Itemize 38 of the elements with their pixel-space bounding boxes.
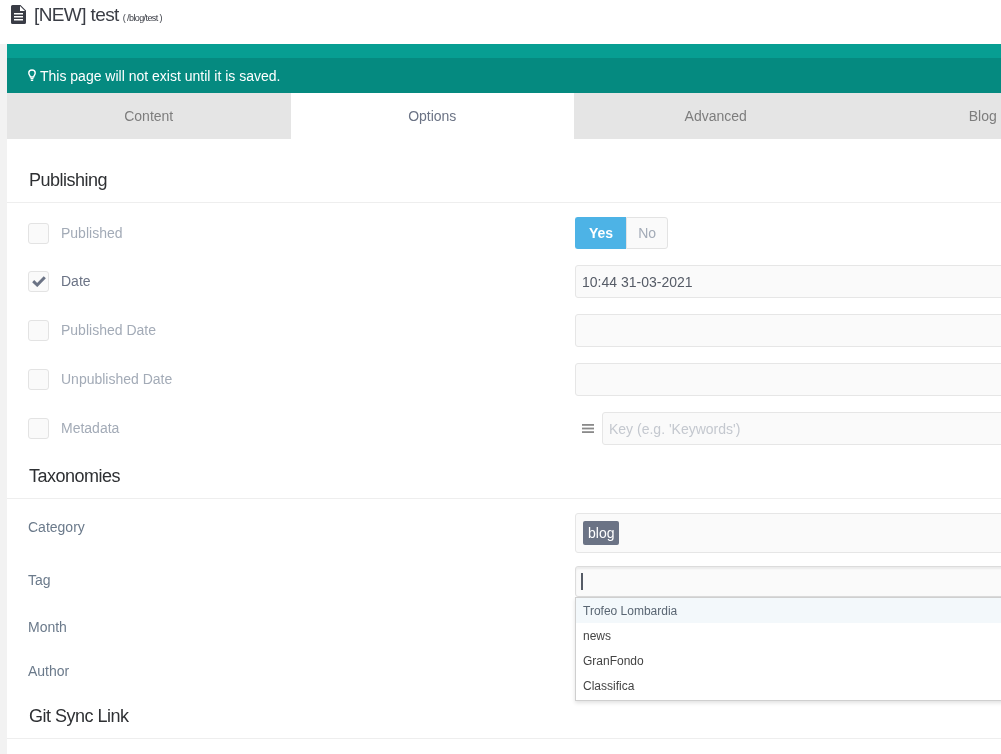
tag-field[interactable] xyxy=(575,566,1001,597)
notice-text: This page will not exist until it is saved. xyxy=(40,67,281,84)
suggestion-option[interactable]: Classifica xyxy=(576,673,1001,698)
field-label: Unpublished Date xyxy=(61,371,173,387)
tab[interactable]: Options xyxy=(290,93,574,139)
suggestion-option[interactable]: GranFondo xyxy=(576,648,1001,673)
checkbox[interactable] xyxy=(28,222,49,244)
checkbox[interactable] xyxy=(28,417,49,439)
field-label: Month xyxy=(28,619,67,635)
text-field[interactable] xyxy=(575,314,1001,347)
category-field[interactable]: blog xyxy=(575,513,1001,553)
category-tag[interactable]: blog xyxy=(583,521,620,545)
menu-icon[interactable] xyxy=(582,424,594,433)
checkbox[interactable] xyxy=(28,368,49,390)
check-icon xyxy=(31,275,46,287)
page-title: [NEW] test xyxy=(34,5,119,25)
checkbox[interactable] xyxy=(28,319,49,341)
lightbulb-icon xyxy=(28,69,36,82)
field-label: Published xyxy=(61,225,123,241)
suggestion-option[interactable]: news xyxy=(576,623,1001,648)
text-field[interactable]: 10:44 31-03-2021 xyxy=(575,265,1001,298)
field-label: Metadata xyxy=(61,420,120,436)
text-field[interactable] xyxy=(575,363,1001,396)
suggestion-option[interactable]: Trofeo Lombardia xyxy=(576,598,1001,623)
section-heading: Publishing xyxy=(29,170,108,191)
checkbox[interactable] xyxy=(28,270,49,292)
page-route: ( /blog/test ) xyxy=(122,13,162,23)
document-icon xyxy=(11,5,26,24)
section-heading: Git Sync Link xyxy=(29,706,129,727)
section-heading: Taxonomies xyxy=(29,466,121,487)
tab[interactable]: Blog xyxy=(857,93,1001,139)
tab[interactable]: Content xyxy=(7,93,291,139)
tab[interactable]: Advanced xyxy=(574,93,858,139)
field-label: Published Date xyxy=(61,322,156,338)
field-label: Author xyxy=(28,663,70,679)
field-label: Tag xyxy=(28,572,51,588)
field-label: Date xyxy=(61,273,91,289)
field-label: Category xyxy=(28,519,85,535)
